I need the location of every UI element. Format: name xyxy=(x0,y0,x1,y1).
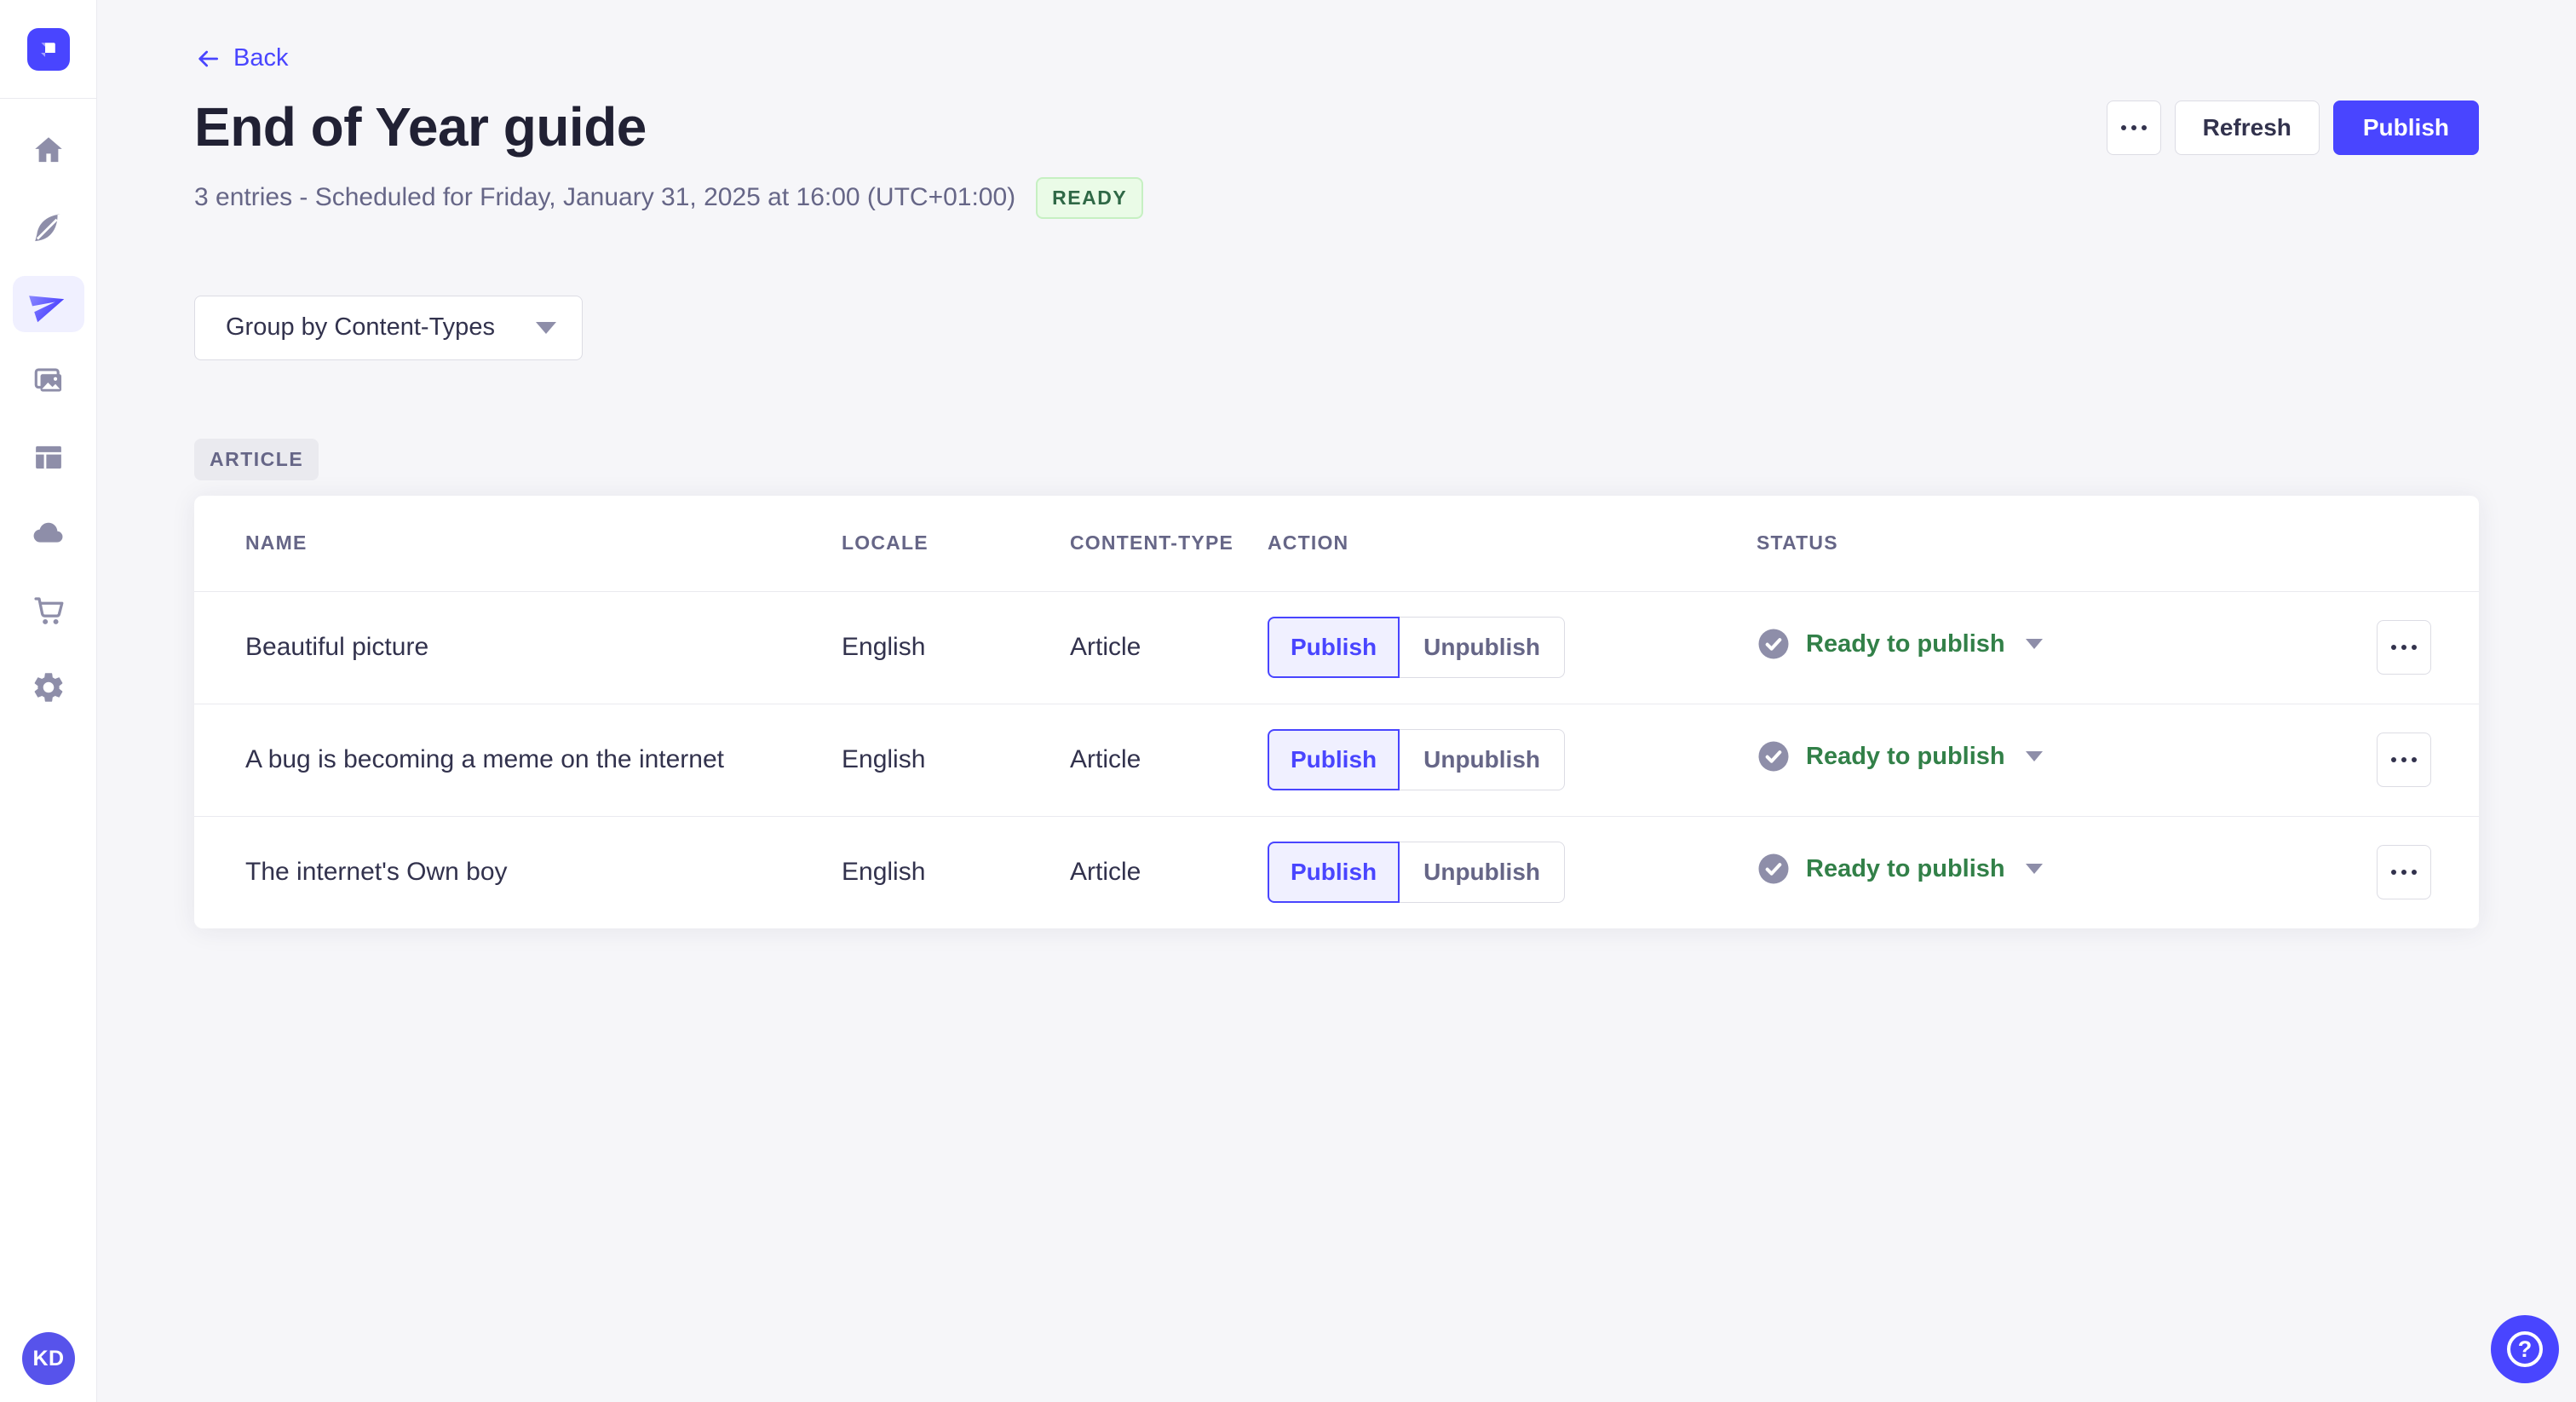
sidebar-item-content-manager[interactable] xyxy=(13,199,84,256)
entry-action-toggle: Publish Unpublish xyxy=(1268,729,1565,790)
check-circle-icon xyxy=(1757,627,1791,661)
sidebar-item-home[interactable] xyxy=(13,123,84,179)
ellipsis-icon xyxy=(2120,124,2147,130)
entry-status-dropdown[interactable]: Ready to publish xyxy=(1757,739,2043,773)
release-summary: 3 entries - Scheduled for Friday, Januar… xyxy=(194,183,1016,211)
sidebar-item-releases[interactable] xyxy=(12,276,84,332)
column-header-content-type: CONTENT-TYPE xyxy=(1070,531,1234,554)
table-row: The internet's Own boy English Article P… xyxy=(194,815,2479,928)
cart-icon xyxy=(31,593,66,629)
chevron-down-icon xyxy=(2025,751,2043,761)
column-header-action: ACTION xyxy=(1268,531,1349,554)
release-status-badge: READY xyxy=(1036,176,1144,219)
avatar-initials: KD xyxy=(32,1346,65,1370)
entry-content-type: Article xyxy=(1070,633,1141,661)
ellipsis-icon xyxy=(2391,757,2417,762)
sidebar-item-content-type-builder[interactable] xyxy=(13,429,84,486)
help-button[interactable]: ? xyxy=(2491,1315,2559,1383)
gear-icon xyxy=(31,669,66,705)
page-title: End of Year guide xyxy=(194,95,647,158)
sidebar-item-marketplace[interactable] xyxy=(13,583,84,639)
more-actions-button[interactable] xyxy=(2106,100,2161,155)
publish-release-button[interactable]: Publish xyxy=(2332,100,2479,155)
chevron-down-icon xyxy=(2025,639,2043,649)
ellipsis-icon xyxy=(2391,870,2417,875)
table-row: A bug is becoming a meme on the internet… xyxy=(194,703,2479,816)
entry-content-type: Article xyxy=(1070,858,1141,886)
sidebar-item-deploy[interactable] xyxy=(13,506,84,562)
entry-status-dropdown[interactable]: Ready to publish xyxy=(1757,852,2043,886)
entry-action-toggle: Publish Unpublish xyxy=(1268,617,1565,678)
check-circle-icon xyxy=(1757,739,1791,773)
question-mark-icon: ? xyxy=(2507,1331,2543,1367)
publish-toggle-button[interactable]: Publish xyxy=(1268,729,1400,790)
group-by-select[interactable]: Group by Content-Types xyxy=(194,295,583,360)
column-header-locale: LOCALE xyxy=(842,531,929,554)
table-row: Beautiful picture English Article Publis… xyxy=(194,590,2479,704)
chevron-down-icon xyxy=(536,321,556,334)
back-link[interactable]: Back xyxy=(194,44,288,72)
user-avatar[interactable]: KD xyxy=(22,1332,75,1385)
sidebar-item-media-library[interactable] xyxy=(13,353,84,409)
table-header-row: NAME LOCALE CONTENT-TYPE ACTION STATUS xyxy=(194,496,2479,591)
publish-toggle-button[interactable]: Publish xyxy=(1268,842,1400,903)
refresh-button[interactable]: Refresh xyxy=(2174,100,2320,155)
home-icon xyxy=(31,133,66,169)
column-header-name: NAME xyxy=(245,531,308,554)
row-more-button[interactable] xyxy=(2377,620,2431,675)
ellipsis-icon xyxy=(2391,645,2417,650)
publish-toggle-button[interactable]: Publish xyxy=(1268,617,1400,678)
arrow-left-icon xyxy=(194,45,221,72)
feather-icon xyxy=(31,210,66,245)
entry-content-type: Article xyxy=(1070,745,1141,773)
header-actions: Refresh Publish xyxy=(2106,100,2479,155)
entry-name: A bug is becoming a meme on the internet xyxy=(245,745,725,773)
back-label: Back xyxy=(233,44,289,72)
unpublish-toggle-button[interactable]: Unpublish xyxy=(1400,617,1565,678)
check-circle-icon xyxy=(1757,852,1791,886)
column-header-status: STATUS xyxy=(1757,531,1838,554)
entry-status-text: Ready to publish xyxy=(1806,629,2005,658)
sidebar-item-settings[interactable] xyxy=(13,659,84,715)
entry-locale: English xyxy=(842,858,926,886)
sidebar-nav xyxy=(0,99,96,736)
group-by-label: Group by Content-Types xyxy=(226,313,495,341)
chevron-down-icon xyxy=(2025,864,2043,874)
unpublish-toggle-button[interactable]: Unpublish xyxy=(1400,729,1565,790)
unpublish-toggle-button[interactable]: Unpublish xyxy=(1400,842,1565,903)
entry-status-text: Ready to publish xyxy=(1806,742,2005,770)
entries-table-card: NAME LOCALE CONTENT-TYPE ACTION STATUS B… xyxy=(194,495,2479,928)
entry-locale: English xyxy=(842,745,926,773)
main-content: Back End of Year guide 3 entries - Sched… xyxy=(97,0,2576,1402)
layout-icon xyxy=(31,440,66,475)
strapi-logo-icon[interactable] xyxy=(26,27,70,71)
paper-plane-icon xyxy=(28,284,68,324)
images-icon xyxy=(31,363,66,399)
entry-name: The internet's Own boy xyxy=(245,858,508,886)
row-more-button[interactable] xyxy=(2377,845,2431,899)
entry-name: Beautiful picture xyxy=(245,633,429,661)
group-label: ARTICLE xyxy=(194,438,319,480)
entry-status-dropdown[interactable]: Ready to publish xyxy=(1757,627,2043,661)
sidebar: KD xyxy=(0,0,97,1402)
entry-action-toggle: Publish Unpublish xyxy=(1268,842,1565,903)
entry-locale: English xyxy=(842,633,926,661)
cloud-icon xyxy=(31,516,66,552)
table-body: Beautiful picture English Article Publis… xyxy=(194,590,2479,928)
workspace-logo-box xyxy=(0,0,96,99)
row-more-button[interactable] xyxy=(2377,733,2431,787)
entry-status-text: Ready to publish xyxy=(1806,854,2005,882)
